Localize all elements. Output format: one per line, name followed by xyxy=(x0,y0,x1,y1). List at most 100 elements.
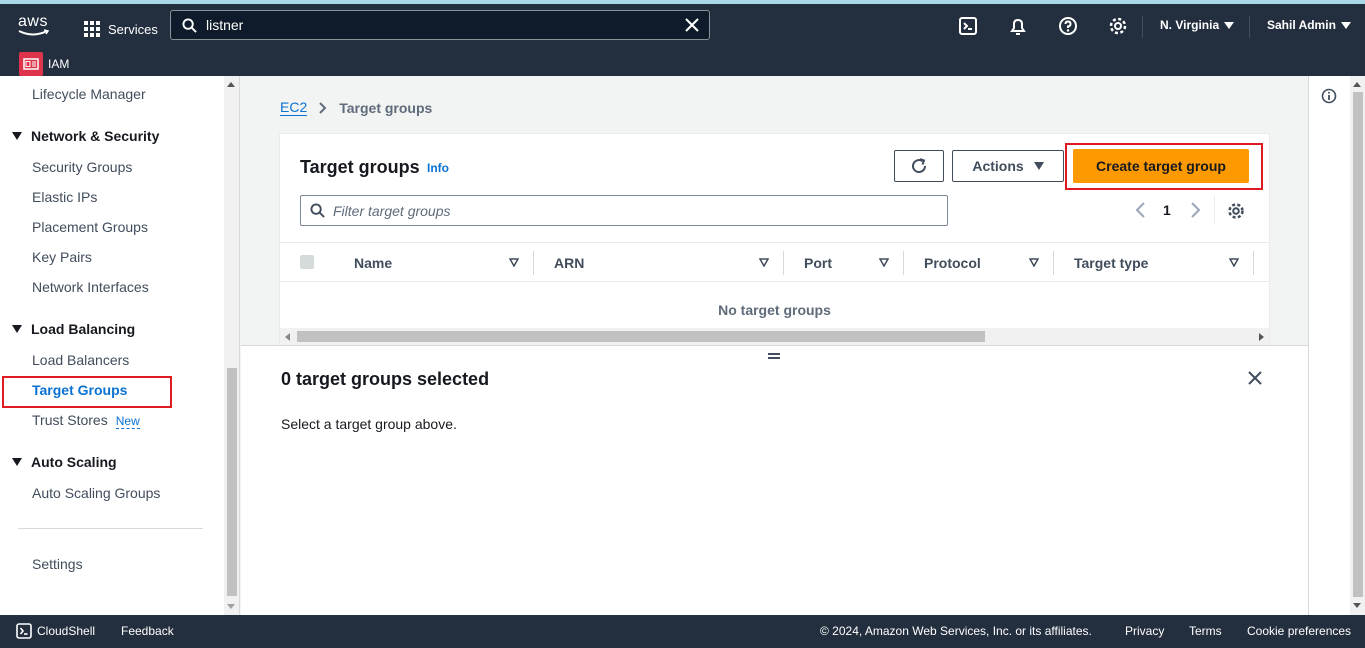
column-resizer[interactable] xyxy=(1053,251,1054,275)
sidebar-item-load-balancers[interactable]: Load Balancers xyxy=(32,352,129,368)
sort-icon[interactable] xyxy=(759,258,769,267)
aws-logo[interactable]: aws xyxy=(18,14,52,40)
refresh-button[interactable] xyxy=(894,150,944,182)
sort-icon[interactable] xyxy=(1229,258,1239,267)
scroll-up-icon[interactable] xyxy=(1353,82,1361,87)
divider xyxy=(18,528,203,529)
favorite-iam[interactable]: IAM xyxy=(19,52,69,76)
favorite-iam-label: IAM xyxy=(48,57,70,71)
filter-input[interactable] xyxy=(333,202,933,219)
account-label: Sahil Admin xyxy=(1267,18,1336,32)
sidebar-section-load-balancing[interactable]: Load Balancing xyxy=(12,321,135,337)
sidebar-item-trust-stores[interactable]: Trust Stores New xyxy=(32,412,140,429)
region-selector[interactable]: N. Virginia xyxy=(1160,18,1235,32)
new-badge: New xyxy=(115,414,140,429)
sidebar-item-label: Trust Stores xyxy=(32,412,108,428)
breadcrumb-ec2-link[interactable]: EC2 xyxy=(280,99,308,116)
page-scrollbar[interactable] xyxy=(1350,76,1365,615)
split-panel-resize-handle[interactable] xyxy=(768,353,780,359)
services-label: Services xyxy=(108,21,158,37)
sidebar-section-label: Network & Security xyxy=(31,128,160,144)
grid-icon xyxy=(84,21,100,37)
empty-state-text: No target groups xyxy=(718,302,831,318)
scroll-down-icon[interactable] xyxy=(1353,603,1361,608)
sort-icon[interactable] xyxy=(879,258,889,267)
sidebar-item-elastic-ips[interactable]: Elastic IPs xyxy=(32,189,97,205)
actions-dropdown-button[interactable]: Actions xyxy=(952,150,1064,182)
sidebar-section-label: Auto Scaling xyxy=(31,454,117,470)
filter-field[interactable] xyxy=(300,195,948,226)
sidebar-item-key-pairs[interactable]: Key Pairs xyxy=(32,249,92,265)
gear-icon[interactable] xyxy=(1227,202,1245,220)
sort-icon[interactable] xyxy=(509,258,519,267)
scrollbar-thumb[interactable] xyxy=(227,368,237,596)
close-icon[interactable] xyxy=(1247,370,1263,386)
sidebar-item-security-groups[interactable]: Security Groups xyxy=(32,159,132,175)
search-icon xyxy=(182,17,197,33)
chevron-left-icon[interactable] xyxy=(1134,202,1146,218)
scrollbar-thumb[interactable] xyxy=(297,331,985,342)
sidebar-section-label: Load Balancing xyxy=(31,321,136,337)
scroll-up-icon[interactable] xyxy=(227,82,235,87)
feedback-link[interactable]: Feedback xyxy=(121,624,174,638)
scrollbar-thumb[interactable] xyxy=(1353,92,1363,597)
aws-logo-text: aws xyxy=(18,13,48,30)
scroll-down-icon[interactable] xyxy=(227,604,235,609)
help-icon[interactable] xyxy=(1058,16,1078,36)
sidebar-item-network-interfaces[interactable]: Network Interfaces xyxy=(32,279,149,295)
sidebar-scrollbar[interactable] xyxy=(224,76,239,615)
create-target-group-button[interactable]: Create target group xyxy=(1073,149,1249,183)
info-icon[interactable] xyxy=(1321,88,1337,104)
sidebar-item-placement-groups[interactable]: Placement Groups xyxy=(32,219,148,235)
divider xyxy=(1142,16,1143,38)
column-header-port[interactable]: Port xyxy=(804,255,832,271)
caret-down-icon xyxy=(1224,21,1235,29)
page-number[interactable]: 1 xyxy=(1163,202,1171,218)
services-menu-button[interactable]: Services xyxy=(84,16,158,42)
sidebar-item-auto-scaling-groups[interactable]: Auto Scaling Groups xyxy=(32,485,160,501)
chevron-right-icon xyxy=(319,101,327,114)
account-menu[interactable]: Sahil Admin xyxy=(1267,18,1351,32)
select-all-checkbox[interactable] xyxy=(300,255,314,269)
top-navigation: aws Services listner N. Virginia Sahil A… xyxy=(0,0,1365,76)
scroll-right-icon[interactable] xyxy=(1259,333,1264,341)
table-horizontal-scrollbar[interactable] xyxy=(280,328,1269,345)
region-label: N. Virginia xyxy=(1160,18,1220,32)
table-header: Name ARN Port Protocol Target type xyxy=(280,242,1269,282)
divider xyxy=(1214,196,1215,224)
column-resizer[interactable] xyxy=(903,251,904,275)
copyright-text: © 2024, Amazon Web Services, Inc. or its… xyxy=(820,624,1092,638)
gear-icon[interactable] xyxy=(1108,16,1128,36)
sidebar-item-settings[interactable]: Settings xyxy=(32,556,83,572)
scroll-left-icon[interactable] xyxy=(285,333,290,341)
global-search-input[interactable] xyxy=(206,17,666,33)
sidebar-item-target-groups[interactable]: Target Groups xyxy=(32,382,127,398)
split-panel-title: 0 target groups selected xyxy=(281,369,490,389)
privacy-link[interactable]: Privacy xyxy=(1125,624,1164,638)
refresh-icon xyxy=(912,158,927,174)
chevron-right-icon[interactable] xyxy=(1190,202,1202,218)
sort-icon[interactable] xyxy=(1029,258,1039,267)
clear-icon[interactable] xyxy=(685,18,699,32)
column-header-arn[interactable]: ARN xyxy=(554,255,584,271)
cloudshell-icon[interactable] xyxy=(16,623,32,639)
caret-down-icon xyxy=(12,325,22,333)
split-panel: 0 target groups selected Select a target… xyxy=(241,345,1308,615)
bell-icon[interactable] xyxy=(1008,16,1028,36)
column-header-protocol[interactable]: Protocol xyxy=(924,255,981,271)
cookie-preferences-link[interactable]: Cookie preferences xyxy=(1247,624,1351,638)
info-link[interactable]: Info xyxy=(427,161,449,175)
terms-link[interactable]: Terms xyxy=(1189,624,1222,638)
sidebar-item-lifecycle-manager[interactable]: Lifecycle Manager xyxy=(32,86,146,102)
column-header-target-type[interactable]: Target type xyxy=(1074,255,1148,271)
column-resizer[interactable] xyxy=(533,251,534,275)
column-resizer[interactable] xyxy=(783,251,784,275)
divider xyxy=(1249,16,1250,38)
cloudshell-icon[interactable] xyxy=(958,16,978,36)
column-resizer[interactable] xyxy=(1253,251,1254,275)
cloudshell-link[interactable]: CloudShell xyxy=(37,624,95,638)
column-header-name[interactable]: Name xyxy=(354,255,392,271)
global-search[interactable] xyxy=(170,10,710,40)
sidebar-section-auto-scaling[interactable]: Auto Scaling xyxy=(12,454,117,470)
sidebar-section-network-security[interactable]: Network & Security xyxy=(12,128,159,144)
